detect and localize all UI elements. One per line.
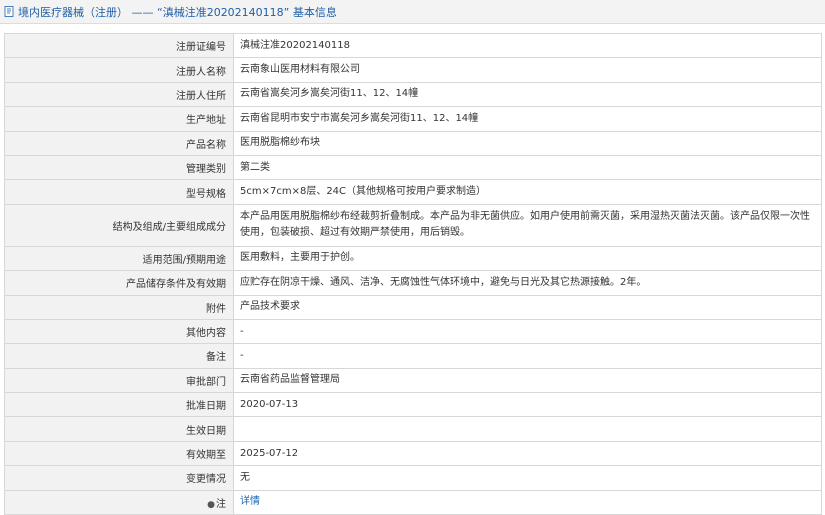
row-label: 备注 [4, 343, 234, 369]
table-row: 生效日期 [4, 416, 822, 442]
table-row: 适用范围/预期用途 医用敷料，主要用于护创。 [4, 245, 822, 272]
row-value: 云南省药品监督管理局 [233, 367, 822, 394]
row-label: 变更情况 [4, 465, 234, 491]
row-label: 批准日期 [4, 392, 234, 418]
table-row: 生产地址 云南省昆明市安宁市嵩矣河乡嵩矣河街11、12、14幢 [4, 106, 822, 132]
info-bullet-icon: ● [207, 499, 215, 510]
table-row: 有效期至 2025-07-12 [4, 440, 822, 467]
page-title: 境内医疗器械（注册） —— “滇械注准20202140118” 基本信息 [18, 5, 337, 19]
row-label: 生产地址 [4, 106, 234, 132]
row-label: 管理类别 [4, 154, 234, 181]
row-value: 2025-07-12 [233, 440, 822, 467]
row-value [233, 416, 822, 442]
row-value: 云南省昆明市安宁市嵩矣河乡嵩矣河街11、12、14幢 [233, 106, 822, 132]
row-value: 应贮存在阴凉干燥、通风、洁净、无腐蚀性气体环境中，避免与日光及其它热源接触。2年… [233, 270, 822, 296]
row-label: 注 [216, 498, 226, 510]
row-value: 2020-07-13 [233, 392, 822, 418]
details-cell: 详情 [233, 489, 822, 515]
row-label: 注册证编号 [4, 32, 234, 59]
row-label: 型号规格 [4, 179, 234, 205]
table-row: 其他内容 - [4, 318, 822, 345]
row-value: 无 [233, 465, 822, 491]
table-row: 管理类别 第二类 [4, 154, 822, 181]
row-value: 5cm×7cm×8层、24C（其他规格可按用户要求制造） [233, 179, 822, 205]
row-label: 适用范围/预期用途 [4, 245, 234, 272]
table-row: 注册人名称 云南象山医用材料有限公司 [4, 57, 822, 83]
row-label: 注册人名称 [4, 57, 234, 83]
table-row: 产品储存条件及有效期 应贮存在阴凉干燥、通风、洁净、无腐蚀性气体环境中，避免与日… [4, 270, 822, 296]
table-row: 型号规格 5cm×7cm×8层、24C（其他规格可按用户要求制造） [4, 179, 822, 205]
table-row: 注册人住所 云南省嵩矣河乡嵩矣河街11、12、14幢 [4, 81, 822, 108]
note-label-cell: ●注 [4, 489, 234, 515]
row-value: 本产品用医用脱脂棉纱布经裁剪折叠制成。本产品为非无菌供应。如用户使用前需灭菌，采… [233, 203, 822, 247]
document-icon [4, 6, 15, 17]
table-row: 附件 产品技术要求 [4, 294, 822, 320]
table-row: 变更情况 无 [4, 465, 822, 491]
table-row: 产品名称 医用脱脂棉纱布块 [4, 130, 822, 156]
row-label: 注册人住所 [4, 81, 234, 108]
row-value: - [233, 318, 822, 345]
row-value: 第二类 [233, 154, 822, 181]
row-label: 生效日期 [4, 416, 234, 442]
table-row: 注册证编号 滇械注准20202140118 [4, 32, 822, 59]
row-value: 产品技术要求 [233, 294, 822, 320]
row-label: 其他内容 [4, 318, 234, 345]
table-row: 批准日期 2020-07-13 [4, 392, 822, 418]
table-row: ●注 详情 [4, 489, 822, 515]
row-label: 审批部门 [4, 367, 234, 394]
info-table: 注册证编号 滇械注准20202140118 注册人名称 云南象山医用材料有限公司… [4, 32, 822, 515]
row-value: 云南象山医用材料有限公司 [233, 57, 822, 83]
page-header: 境内医疗器械（注册） —— “滇械注准20202140118” 基本信息 [0, 0, 825, 24]
row-label: 附件 [4, 294, 234, 320]
row-label: 产品名称 [4, 130, 234, 156]
row-value: - [233, 343, 822, 369]
table-row: 备注 - [4, 343, 822, 369]
row-label: 产品储存条件及有效期 [4, 270, 234, 296]
row-value: 云南省嵩矣河乡嵩矣河街11、12、14幢 [233, 81, 822, 108]
table-row: 结构及组成/主要组成成分 本产品用医用脱脂棉纱布经裁剪折叠制成。本产品为非无菌供… [4, 203, 822, 247]
row-label: 有效期至 [4, 440, 234, 467]
row-label: 结构及组成/主要组成成分 [4, 203, 234, 247]
row-value: 医用脱脂棉纱布块 [233, 130, 822, 156]
row-value: 滇械注准20202140118 [233, 32, 822, 59]
row-value: 医用敷料，主要用于护创。 [233, 245, 822, 272]
details-link[interactable]: 详情 [240, 496, 260, 507]
table-row: 审批部门 云南省药品监督管理局 [4, 367, 822, 394]
